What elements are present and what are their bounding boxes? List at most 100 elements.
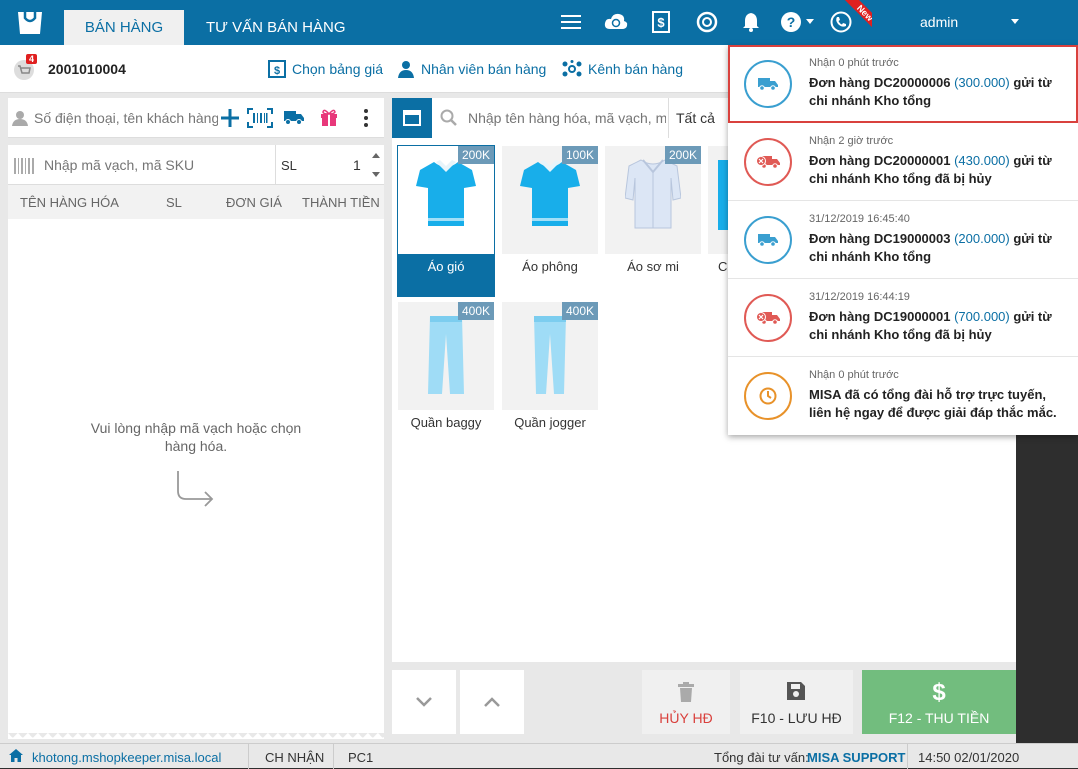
delivery-truck-icon[interactable] [284,109,304,125]
money-icon[interactable]: $ [649,10,673,34]
receipt-edge [8,733,384,743]
customer-row [8,98,384,138]
truck-cancelled-icon [744,138,792,186]
server-domain[interactable]: khotong.mshopkeeper.misa.local [32,750,221,765]
date-time: 14:50 02/01/2020 [918,750,1020,765]
save-invoice-button[interactable]: F10 - LƯU HĐ [740,670,853,734]
action-bar: HỦY HĐ F10 - LƯU HĐ $ F12 - THU TIỀN [392,670,1016,743]
arrow-right-icon [177,471,214,507]
bell-icon[interactable] [739,10,763,34]
home-icon[interactable] [9,749,23,762]
product-search-input[interactable] [468,106,666,130]
notification-item[interactable]: Nhận 0 phút trước MISA đã có tổng đài hỗ… [728,357,1078,435]
branch-name: CH NHẬN [265,750,325,765]
product-price-badge: 100K [561,146,598,164]
invoice-number: 2001010004 [48,61,126,77]
cancel-invoice-button[interactable]: HỦY HĐ [642,670,730,734]
channel-link[interactable]: Kênh bán hàng [562,60,683,78]
window-icon [403,110,421,126]
order-items-area: Vui lòng nhập mã vạch hoặc chọn hàng hóa… [8,219,384,739]
status-bar: khotong.mshopkeeper.misa.local CH NHẬN P… [0,743,1078,769]
cloud-sync-icon[interactable] [604,10,628,34]
product-card[interactable]: 200K Áo gió [397,145,495,297]
customer-icon [12,111,28,126]
divider [333,744,334,769]
tshirt-icon [520,160,580,226]
pc-name: PC1 [348,750,374,765]
product-price-badge: 200K [457,146,494,164]
user-name[interactable]: admin [920,14,958,30]
svg-text:$: $ [657,15,665,30]
notification-item[interactable]: Nhận 0 phút trước Đơn hàng DC20000006 (3… [728,45,1078,123]
add-customer-icon[interactable] [221,109,239,127]
col-product-name: TÊN HÀNG HÓA [20,195,119,210]
help-caret-icon[interactable] [806,19,814,24]
qty-label: SL [281,158,297,173]
divider [275,145,276,185]
svg-text:$: $ [932,679,946,704]
barcode-icon [14,158,34,174]
price-list-icon: $ [268,60,286,78]
product-price-badge: 400K [561,302,598,320]
qty-up-icon[interactable] [372,153,380,158]
divider [248,744,249,769]
qty-value[interactable]: 1 [353,157,361,173]
notification-item[interactable]: Nhận 2 giờ trước Đơn hàng DC20000001 (43… [728,123,1078,201]
user-caret-icon[interactable] [1011,19,1019,24]
help-icon[interactable]: ? [779,10,803,34]
col-unit-price: ĐƠN GIÁ [226,195,282,210]
save-icon [787,682,805,700]
col-qty: SL [166,195,182,210]
refresh-icon[interactable] [695,10,719,34]
product-price-badge: 200K [664,146,701,164]
notification-item[interactable]: 31/12/2019 16:45:40 Đơn hàng DC19000003 … [728,201,1078,279]
sku-input[interactable] [44,153,264,177]
category-filter[interactable]: Tất cả [676,110,715,126]
sku-row: SL 1 [8,145,384,185]
notification-item[interactable]: 31/12/2019 16:44:19 Đơn hàng DC19000001 … [728,279,1078,357]
product-price-badge: 400K [457,302,494,320]
empty-message: Vui lòng nhập mã vạch hoặc chọn hàng hóa… [90,420,302,454]
shirt-icon [625,159,681,229]
menu-icon[interactable] [559,10,583,34]
truck-icon [744,216,792,264]
new-badge: New [838,0,872,34]
tshirt-icon [416,160,476,226]
cart-count-badge: 4 [26,54,38,64]
product-card[interactable]: 200K Áo sơ mi [605,146,701,296]
product-image [708,146,728,254]
staff-link[interactable]: Nhân viên bán hàng [397,60,546,78]
product-card[interactable]: Co [708,146,728,296]
scroll-up-button[interactable] [460,670,524,734]
gift-icon[interactable] [320,108,338,126]
pay-button[interactable]: $ F12 - THU TIỀN [862,670,1016,734]
app-logo-icon [18,12,42,34]
view-mode-button[interactable] [392,98,432,138]
product-card[interactable]: 100K Áo phông [502,146,598,296]
chevron-up-icon [484,697,500,707]
product-card[interactable]: 400K Quần jogger [502,302,598,452]
product-card[interactable]: 400K Quần baggy [398,302,494,452]
price-list-link[interactable]: $ Chọn bảng giá [268,60,383,78]
search-icon [440,109,457,126]
truck-icon [744,60,792,108]
product-icon [718,160,728,230]
customer-search-input[interactable] [34,106,218,130]
tab-tu-van-ban-hang[interactable]: TƯ VẤN BÁN HÀNG [184,10,368,45]
trousers-icon [534,316,566,394]
divider [907,744,908,769]
product-name: Quần baggy [410,415,482,430]
scroll-down-button[interactable] [392,670,456,734]
scan-card-icon[interactable] [247,108,273,128]
tab-ban-hang[interactable]: BÁN HÀNG [64,10,184,45]
svg-text:$: $ [274,65,280,77]
col-total: THÀNH TIỀN [302,195,380,210]
order-table-header: TÊN HÀNG HÓA SL ĐƠN GIÁ THÀNH TIỀN [8,185,384,219]
top-bar: BÁN HÀNG TƯ VẤN BÁN HÀNG $ ? New admin [0,0,1078,45]
svg-text:?: ? [787,14,796,30]
qty-down-icon[interactable] [372,172,380,177]
trash-icon [678,682,694,702]
product-name: Áo sơ mi [627,259,679,274]
more-options-icon[interactable] [363,108,369,128]
hotline-link[interactable]: MISA SUPPORT [807,750,905,765]
